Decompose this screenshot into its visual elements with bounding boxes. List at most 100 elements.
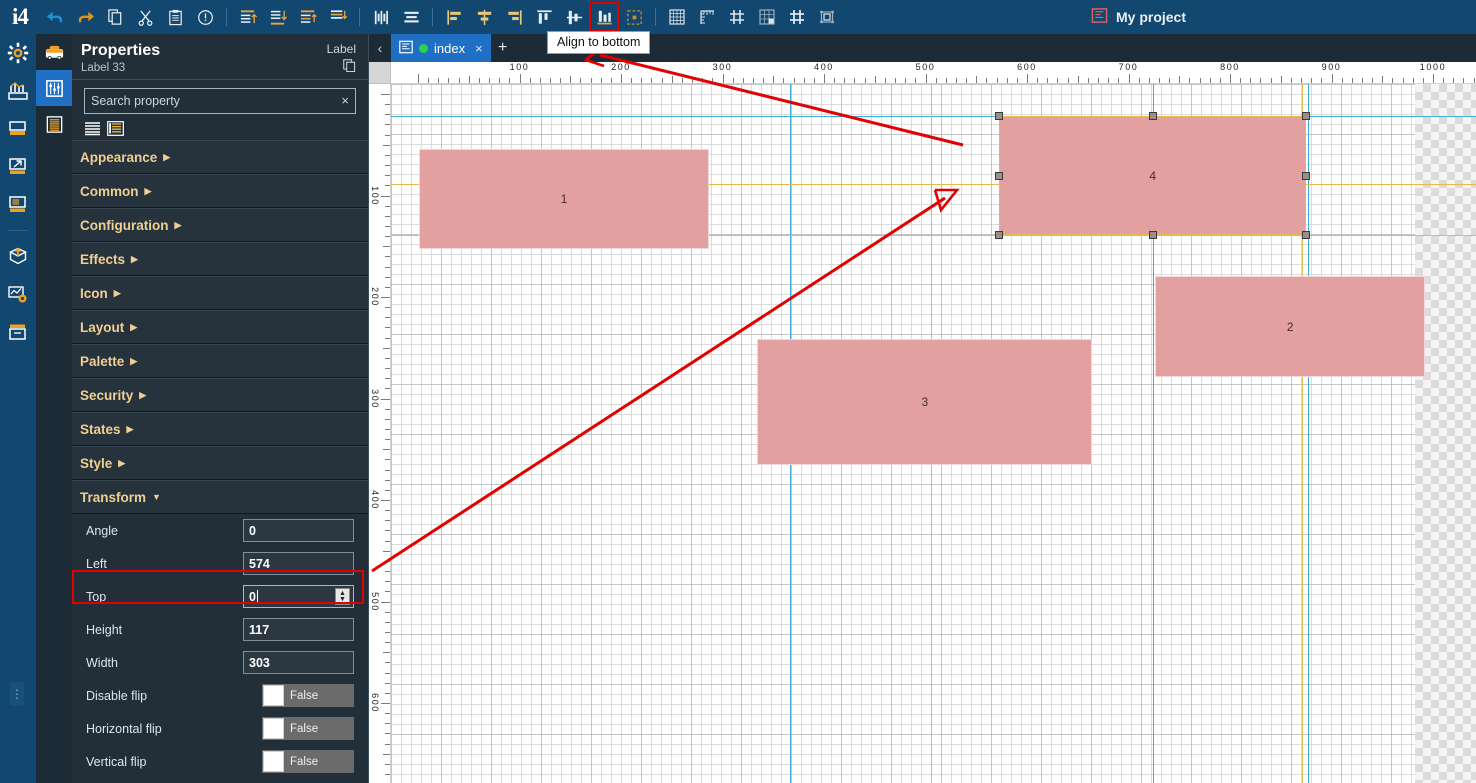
property-group-transform[interactable]: Transform ▼ bbox=[72, 480, 368, 514]
resize-handle[interactable] bbox=[1302, 171, 1311, 180]
grid-settings-icon[interactable] bbox=[754, 4, 780, 30]
property-input-height[interactable]: 117 bbox=[243, 618, 354, 641]
property-group-common[interactable]: Common ▶ bbox=[72, 174, 368, 208]
sidebar-resize-grip[interactable]: ⋮ bbox=[10, 682, 24, 706]
align-top-2-icon[interactable] bbox=[295, 4, 321, 30]
property-group-label: Configuration bbox=[80, 217, 169, 233]
shape-3[interactable]: 3 bbox=[757, 338, 1093, 465]
vertical-ruler[interactable]: 100200300400500600700 bbox=[369, 84, 391, 783]
ruler-corner[interactable] bbox=[369, 62, 391, 84]
align-bottom-2-icon[interactable] bbox=[325, 4, 351, 30]
align-left-icon[interactable] bbox=[441, 4, 467, 30]
ruler-tick bbox=[385, 672, 390, 674]
align-right-icon[interactable] bbox=[501, 4, 527, 30]
resize-handle[interactable] bbox=[1148, 112, 1157, 121]
resize-handle[interactable] bbox=[994, 231, 1003, 240]
property-groups-list: Appearance ▶ Common ▶ Configuration ▶ Effects ▶… bbox=[72, 140, 368, 778]
duplicate-icon[interactable] bbox=[327, 59, 356, 75]
distribute-horizontal-icon[interactable] bbox=[368, 4, 394, 30]
distribute-vertical-icon[interactable] bbox=[398, 4, 424, 30]
tab-close-icon[interactable]: × bbox=[475, 41, 483, 56]
sidebar-item-navigation[interactable] bbox=[0, 148, 36, 186]
shape-2[interactable]: 2 bbox=[1155, 275, 1426, 378]
redo-icon[interactable] bbox=[72, 4, 98, 30]
shape-4[interactable]: 4 bbox=[994, 112, 1311, 240]
search-box[interactable]: × bbox=[84, 88, 356, 114]
tab-index[interactable]: index × bbox=[391, 34, 491, 62]
property-label: Width bbox=[86, 655, 118, 670]
property-group-style[interactable]: Style ▶ bbox=[72, 446, 368, 480]
property-group-layout[interactable]: Layout ▶ bbox=[72, 310, 368, 344]
property-group-states[interactable]: States ▶ bbox=[72, 412, 368, 446]
panel-tab-properties[interactable] bbox=[36, 70, 72, 106]
ruler-tick bbox=[783, 78, 785, 83]
property-group-appearance[interactable]: Appearance ▶ bbox=[72, 140, 368, 174]
align-bottom-icon[interactable] bbox=[265, 4, 291, 30]
ruler-tick bbox=[742, 78, 744, 83]
align-center-icon[interactable] bbox=[471, 4, 497, 30]
sidebar-item-deploy[interactable] bbox=[0, 237, 36, 275]
canvas-surface[interactable]: 1 4 2 3 bbox=[391, 84, 1476, 783]
checkbox-box[interactable] bbox=[263, 685, 284, 706]
undo-icon[interactable] bbox=[42, 4, 68, 30]
property-input-top[interactable]: 0 ▲ ▼ bbox=[243, 585, 354, 608]
guide-vertical[interactable] bbox=[1308, 84, 1310, 783]
align-to-bottom-icon[interactable] bbox=[589, 2, 619, 32]
shape-1[interactable]: 1 bbox=[419, 148, 709, 250]
sidebar-item-pages[interactable] bbox=[0, 110, 36, 148]
sidebar-item-forms[interactable] bbox=[0, 186, 36, 224]
sidebar-item-settings[interactable] bbox=[0, 34, 36, 72]
view-toggle-grouped[interactable] bbox=[107, 121, 124, 136]
spinner-stepper[interactable]: ▲ ▼ bbox=[335, 588, 350, 605]
copy-icon[interactable] bbox=[102, 4, 128, 30]
toolbar-separator bbox=[655, 8, 656, 26]
guide-horizontal[interactable] bbox=[391, 116, 1476, 118]
horizontal-ruler[interactable]: 100 200 300 400 500 600 700 800 900 1000 bbox=[391, 62, 1476, 84]
paste-icon[interactable] bbox=[162, 4, 188, 30]
cut-icon[interactable] bbox=[132, 4, 158, 30]
spinner-down-icon[interactable]: ▼ bbox=[339, 596, 346, 603]
clear-search-icon[interactable]: × bbox=[341, 93, 349, 108]
property-group-configuration[interactable]: Configuration ▶ bbox=[72, 208, 368, 242]
checkbox-box[interactable] bbox=[263, 751, 284, 772]
resize-handle[interactable] bbox=[1302, 112, 1311, 121]
project-title-text: My project bbox=[1115, 9, 1186, 25]
property-group-palette[interactable]: Palette ▶ bbox=[72, 344, 368, 378]
property-checkbox-vertical-flip[interactable]: False bbox=[262, 750, 354, 773]
property-input-width[interactable]: 303 bbox=[243, 651, 354, 674]
search-input[interactable] bbox=[85, 89, 355, 113]
resize-handle[interactable] bbox=[1302, 231, 1311, 240]
fit-selection-icon[interactable] bbox=[621, 4, 647, 30]
property-group-effects[interactable]: Effects ▶ bbox=[72, 242, 368, 276]
view-toggle-flat[interactable] bbox=[84, 121, 101, 136]
info-icon[interactable] bbox=[192, 4, 218, 30]
property-group-icon[interactable]: Icon ▶ bbox=[72, 276, 368, 310]
align-top-edge-icon[interactable] bbox=[531, 4, 557, 30]
sidebar-item-analytics[interactable] bbox=[0, 275, 36, 313]
checkbox-box[interactable] bbox=[263, 718, 284, 739]
canvas-viewport[interactable]: 1 4 2 3 bbox=[391, 84, 1476, 783]
grid-icon[interactable] bbox=[664, 4, 690, 30]
panel-tab-list[interactable] bbox=[36, 106, 72, 142]
resize-handle[interactable] bbox=[994, 171, 1003, 180]
property-checkbox-disable-flip[interactable]: False bbox=[262, 684, 354, 707]
tab-status-dot bbox=[419, 43, 428, 53]
ruler-tick bbox=[385, 104, 390, 106]
ruler-icon[interactable] bbox=[694, 4, 720, 30]
resize-handle[interactable] bbox=[994, 112, 1003, 121]
align-middle-icon[interactable] bbox=[561, 4, 587, 30]
tab-scroll-left-icon[interactable]: ‹ bbox=[369, 34, 391, 62]
add-tab-button[interactable]: + bbox=[491, 34, 515, 62]
property-checkbox-horizontal-flip[interactable]: False bbox=[262, 717, 354, 740]
property-group-security[interactable]: Security ▶ bbox=[72, 378, 368, 412]
bounds-icon[interactable] bbox=[814, 4, 840, 30]
snap-guides-icon[interactable] bbox=[784, 4, 810, 30]
panel-tab-toolbox[interactable] bbox=[36, 34, 72, 70]
sidebar-item-archive[interactable] bbox=[0, 313, 36, 351]
align-top-icon[interactable] bbox=[235, 4, 261, 30]
resize-handle[interactable] bbox=[1148, 231, 1157, 240]
snap-grid-icon[interactable] bbox=[724, 4, 750, 30]
property-input-left[interactable]: 574 bbox=[243, 552, 354, 575]
sidebar-item-dashboard[interactable] bbox=[0, 72, 36, 110]
property-input-angle[interactable]: 0 bbox=[243, 519, 354, 542]
